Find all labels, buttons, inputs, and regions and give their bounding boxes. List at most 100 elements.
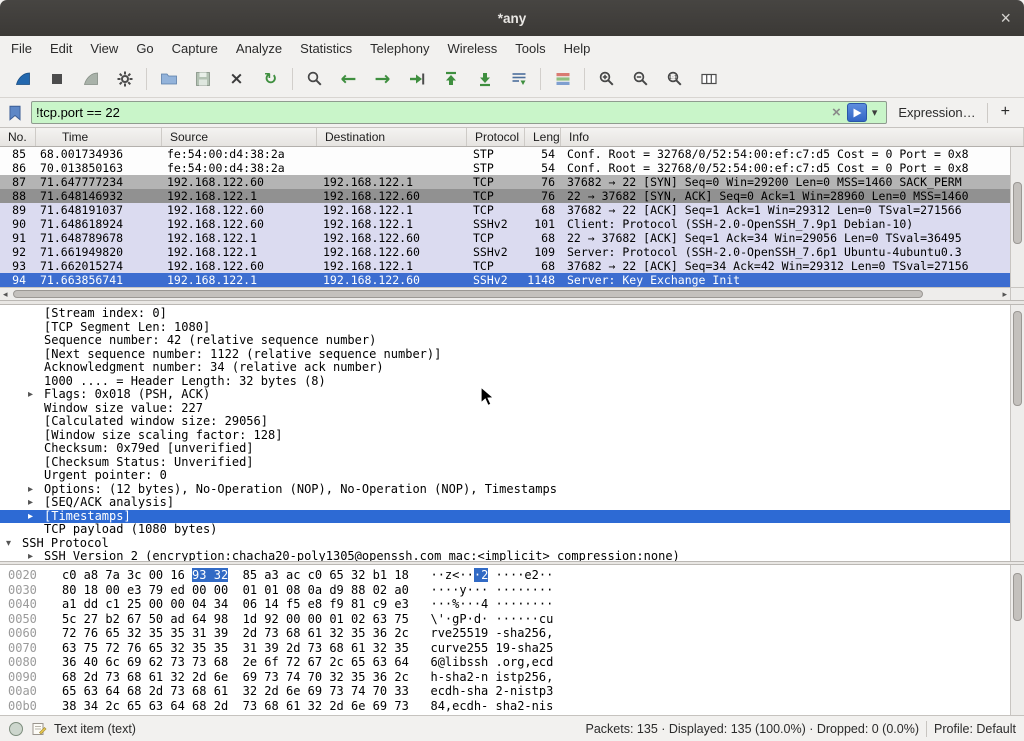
packet-list-vscrollbar[interactable] bbox=[1010, 147, 1024, 287]
scrollbar-thumb[interactable] bbox=[13, 290, 923, 298]
detail-line[interactable]: ▸SSH Version 2 (encryption:chacha20-poly… bbox=[0, 550, 1010, 561]
detail-line[interactable]: 1000 .... = Header Length: 32 bytes (8) bbox=[0, 375, 1010, 389]
zoom-out-button[interactable] bbox=[624, 64, 657, 94]
detail-line[interactable]: ▸Options: (12 bytes), No-Operation (NOP)… bbox=[0, 483, 1010, 497]
expand-icon[interactable]: ▸ bbox=[28, 496, 44, 510]
expression-button[interactable]: Expression… bbox=[894, 105, 979, 120]
packet-row-88[interactable]: 8871.648146932192.168.122.1192.168.122.6… bbox=[0, 189, 1010, 203]
detail-line[interactable]: [Next sequence number: 1122 (relative se… bbox=[0, 348, 1010, 362]
scrollbar-thumb[interactable] bbox=[1013, 573, 1022, 621]
packet-row-92[interactable]: 9271.661949820192.168.122.1192.168.122.6… bbox=[0, 245, 1010, 259]
start-capture-button[interactable] bbox=[6, 64, 39, 94]
detail-line[interactable]: Window size value: 227 bbox=[0, 402, 1010, 416]
expand-icon[interactable]: ▸ bbox=[28, 550, 44, 561]
clear-filter-icon[interactable]: × bbox=[826, 105, 847, 120]
detail-line[interactable]: Sequence number: 42 (relative sequence n… bbox=[0, 334, 1010, 348]
apply-filter-button[interactable] bbox=[847, 103, 867, 122]
column-header-no[interactable]: No. bbox=[0, 128, 36, 146]
bytes-vscrollbar[interactable] bbox=[1010, 565, 1024, 715]
colorize-button[interactable] bbox=[546, 64, 579, 94]
go-back-button[interactable]: ← bbox=[332, 64, 365, 94]
close-window-icon[interactable]: × bbox=[1000, 9, 1011, 27]
reload-file-button[interactable]: ↻ bbox=[254, 64, 287, 94]
detail-line[interactable]: [Stream index: 0] bbox=[0, 307, 1010, 321]
scroll-left-icon[interactable]: ◂ bbox=[3, 288, 8, 300]
packet-row-91[interactable]: 9171.648789678192.168.122.1192.168.122.6… bbox=[0, 231, 1010, 245]
capture-comment-icon[interactable] bbox=[31, 721, 47, 737]
last-packet-button[interactable] bbox=[468, 64, 501, 94]
filter-dropdown-icon[interactable]: ▾ bbox=[867, 106, 883, 119]
hex-row[interactable]: 00a065 63 64 68 2d 73 68 61 32 2d 6e 69 … bbox=[0, 684, 1010, 699]
hex-row[interactable]: 008036 40 6c 69 62 73 73 68 2e 6f 72 67 … bbox=[0, 655, 1010, 670]
menu-capture[interactable]: Capture bbox=[163, 36, 227, 61]
restart-capture-button[interactable] bbox=[74, 64, 107, 94]
go-to-packet-button[interactable] bbox=[400, 64, 433, 94]
expand-icon[interactable]: ▸ bbox=[28, 483, 44, 497]
menu-edit[interactable]: Edit bbox=[41, 36, 81, 61]
packet-list-hscrollbar[interactable]: ◂ ▸ bbox=[0, 287, 1010, 300]
collapse-icon[interactable]: ▾ bbox=[6, 537, 22, 551]
hex-row[interactable]: 009068 2d 73 68 61 32 2d 6e 69 73 74 70 … bbox=[0, 670, 1010, 685]
detail-line[interactable]: ▸[Timestamps] bbox=[0, 510, 1010, 524]
hex-row[interactable]: 007063 75 72 76 65 32 35 35 31 39 2d 73 … bbox=[0, 641, 1010, 656]
detail-line[interactable]: [TCP Segment Len: 1080] bbox=[0, 321, 1010, 335]
zoom-in-button[interactable] bbox=[590, 64, 623, 94]
filter-bookmark-icon[interactable] bbox=[6, 104, 24, 122]
menu-analyze[interactable]: Analyze bbox=[227, 36, 291, 61]
profile-button[interactable]: Profile: Default bbox=[934, 722, 1016, 736]
packet-row-90[interactable]: 9071.648618924192.168.122.60192.168.122.… bbox=[0, 217, 1010, 231]
detail-line[interactable]: Checksum: 0x79ed [unverified] bbox=[0, 442, 1010, 456]
column-header-length[interactable]: Length bbox=[525, 128, 561, 146]
menu-help[interactable]: Help bbox=[555, 36, 600, 61]
column-header-destination[interactable]: Destination bbox=[317, 128, 467, 146]
scrollbar-thumb[interactable] bbox=[1013, 182, 1022, 244]
hex-row[interactable]: 0040a1 dd c1 25 00 00 04 34 06 14 f5 e8 … bbox=[0, 597, 1010, 612]
expert-info-icon[interactable] bbox=[8, 721, 24, 737]
detail-line[interactable]: [Checksum Status: Unverified] bbox=[0, 456, 1010, 470]
packet-row-86[interactable]: 8670.013850163fe:54:00:d4:38:2aSTP54Conf… bbox=[0, 161, 1010, 175]
menu-tools[interactable]: Tools bbox=[506, 36, 554, 61]
expand-icon[interactable]: ▸ bbox=[28, 388, 44, 402]
column-header-time[interactable]: Time bbox=[36, 128, 162, 146]
detail-line[interactable]: ▸[SEQ/ACK analysis] bbox=[0, 496, 1010, 510]
packet-row-85[interactable]: 8568.001734936fe:54:00:d4:38:2aSTP54Conf… bbox=[0, 147, 1010, 161]
column-header-protocol[interactable]: Protocol bbox=[467, 128, 525, 146]
detail-line[interactable]: [Window size scaling factor: 128] bbox=[0, 429, 1010, 443]
display-filter-field[interactable]: × ▾ bbox=[31, 101, 887, 124]
save-file-button[interactable] bbox=[186, 64, 219, 94]
detail-line[interactable]: [Calculated window size: 29056] bbox=[0, 415, 1010, 429]
menu-statistics[interactable]: Statistics bbox=[291, 36, 361, 61]
hex-row[interactable]: 006072 76 65 32 35 35 31 39 2d 73 68 61 … bbox=[0, 626, 1010, 641]
resize-columns-button[interactable] bbox=[692, 64, 725, 94]
hex-row[interactable]: 0020c0 a8 7a 3c 00 16 93 32 85 a3 ac c0 … bbox=[0, 568, 1010, 583]
menu-go[interactable]: Go bbox=[127, 36, 162, 61]
capture-options-button[interactable] bbox=[108, 64, 141, 94]
menu-view[interactable]: View bbox=[81, 36, 127, 61]
detail-line[interactable]: TCP payload (1080 bytes) bbox=[0, 523, 1010, 537]
expand-icon[interactable]: ▸ bbox=[28, 510, 44, 524]
detail-line[interactable]: ▾SSH Protocol bbox=[0, 537, 1010, 551]
open-file-button[interactable] bbox=[152, 64, 185, 94]
menu-telephony[interactable]: Telephony bbox=[361, 36, 438, 61]
scroll-right-icon[interactable]: ▸ bbox=[1002, 288, 1007, 300]
detail-line[interactable]: ▸Flags: 0x018 (PSH, ACK) bbox=[0, 388, 1010, 402]
find-packet-button[interactable] bbox=[298, 64, 331, 94]
hex-row[interactable]: 003080 18 00 e3 79 ed 00 00 01 01 08 0a … bbox=[0, 583, 1010, 598]
close-file-button[interactable]: × bbox=[220, 64, 253, 94]
auto-scroll-button[interactable] bbox=[502, 64, 535, 94]
detail-line[interactable]: Urgent pointer: 0 bbox=[0, 469, 1010, 483]
add-filter-button[interactable]: + bbox=[995, 103, 1018, 123]
title-bar[interactable]: *any × bbox=[0, 0, 1024, 36]
packet-row-89[interactable]: 8971.648191037192.168.122.60192.168.122.… bbox=[0, 203, 1010, 217]
hex-row[interactable]: 00b038 34 2c 65 63 64 68 2d 73 68 61 32 … bbox=[0, 699, 1010, 714]
hex-row[interactable]: 00505c 27 b2 67 50 ad 64 98 1d 92 00 00 … bbox=[0, 612, 1010, 627]
go-forward-button[interactable]: → bbox=[366, 64, 399, 94]
stop-capture-button[interactable] bbox=[40, 64, 73, 94]
menu-file[interactable]: File bbox=[2, 36, 41, 61]
packet-row-94[interactable]: 9471.663856741192.168.122.1192.168.122.6… bbox=[0, 273, 1010, 287]
packet-row-93[interactable]: 9371.662015274192.168.122.60192.168.122.… bbox=[0, 259, 1010, 273]
column-header-info[interactable]: Info bbox=[561, 128, 1024, 146]
display-filter-input[interactable] bbox=[36, 102, 826, 123]
scrollbar-thumb[interactable] bbox=[1013, 311, 1022, 406]
column-header-source[interactable]: Source bbox=[162, 128, 317, 146]
